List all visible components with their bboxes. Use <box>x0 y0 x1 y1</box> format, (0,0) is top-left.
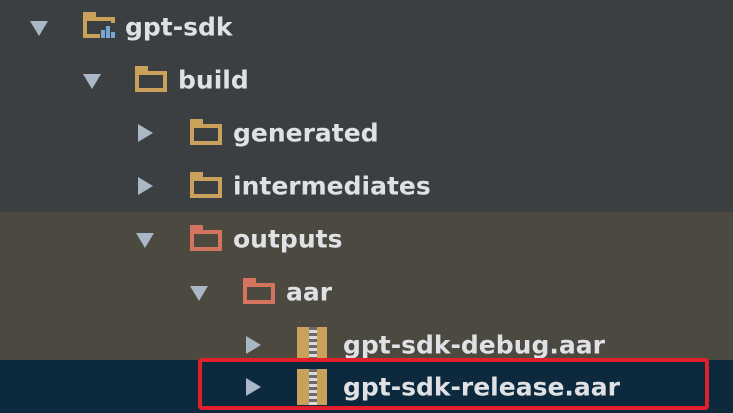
tree-item-aar[interactable]: aar <box>0 265 733 318</box>
tree-item-outputs[interactable]: outputs <box>0 212 733 265</box>
project-tree: gpt-sdk build generated intermediates ou… <box>0 0 733 413</box>
collapse-arrow-icon[interactable] <box>138 176 153 195</box>
excluded-folder-icon <box>243 277 275 304</box>
archive-icon <box>297 368 327 405</box>
folder-icon <box>190 118 222 145</box>
expand-arrow-icon[interactable] <box>136 232 154 248</box>
expand-arrow-icon[interactable] <box>30 20 48 36</box>
expand-arrow-icon[interactable] <box>83 73 101 89</box>
tree-item-build[interactable]: build <box>0 53 733 106</box>
tree-item-intermediates[interactable]: intermediates <box>0 159 733 212</box>
tree-item-label: aar <box>286 277 333 306</box>
collapse-arrow-icon[interactable] <box>246 335 261 354</box>
excluded-folder-icon <box>190 224 222 251</box>
tree-item-generated[interactable]: generated <box>0 106 733 159</box>
tree-item-label: generated <box>233 118 379 147</box>
module-folder-icon <box>83 11 115 38</box>
tree-item-label: gpt-sdk-debug.aar <box>343 330 605 359</box>
archive-icon <box>297 326 327 363</box>
tree-item-gpt-sdk[interactable]: gpt-sdk <box>0 0 733 53</box>
collapse-arrow-icon[interactable] <box>246 377 261 396</box>
collapse-arrow-icon[interactable] <box>138 123 153 142</box>
expand-arrow-icon[interactable] <box>190 285 208 301</box>
tree-item-gpt-sdk-release-aar[interactable]: gpt-sdk-release.aar <box>0 360 733 413</box>
tree-item-label: gpt-sdk-release.aar <box>343 372 620 401</box>
tree-item-label: build <box>178 65 249 94</box>
folder-icon <box>190 171 222 198</box>
folder-icon <box>135 65 167 92</box>
tree-item-label: gpt-sdk <box>125 12 233 41</box>
tree-item-label: intermediates <box>233 171 431 200</box>
tree-item-label: outputs <box>233 224 343 253</box>
